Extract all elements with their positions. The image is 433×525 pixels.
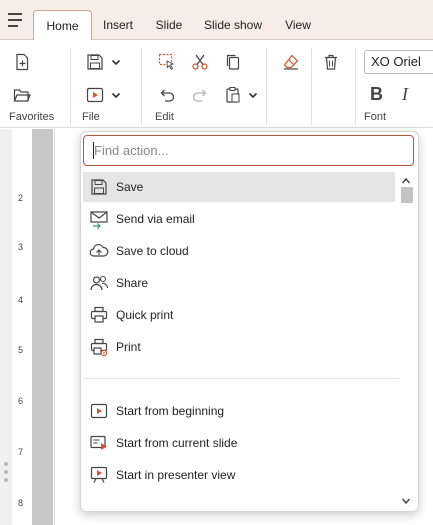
new-document-button[interactable] bbox=[11, 51, 33, 73]
play-current-slide-icon bbox=[88, 432, 110, 454]
group-label-font: Font bbox=[364, 111, 387, 123]
clear-formatting-button[interactable] bbox=[280, 51, 302, 73]
ruler-number: 7 bbox=[18, 447, 24, 457]
group-label-file: File bbox=[82, 111, 100, 123]
eraser-icon bbox=[283, 54, 299, 70]
group-divider bbox=[70, 48, 71, 126]
bold-button[interactable]: B bbox=[370, 84, 383, 105]
action-item-label: Send via email bbox=[116, 212, 195, 226]
cut-button[interactable] bbox=[189, 51, 211, 73]
action-item-save-to-cloud[interactable]: Save to cloud bbox=[83, 236, 395, 266]
redo-button[interactable] bbox=[189, 84, 211, 106]
slide-show-button[interactable] bbox=[84, 84, 106, 106]
action-item-start-from-current-slide[interactable]: Start from current slide bbox=[83, 428, 395, 458]
scrollbar-thumb[interactable] bbox=[401, 187, 413, 203]
group-divider bbox=[311, 48, 312, 126]
action-item-quick-print[interactable]: Quick print bbox=[83, 300, 395, 330]
ruler-number: 3 bbox=[18, 242, 24, 252]
scroll-down-icon[interactable] bbox=[401, 497, 411, 505]
copy-icon bbox=[226, 54, 240, 70]
folder-open-icon bbox=[13, 89, 31, 102]
action-item-label: Start from current slide bbox=[116, 436, 238, 450]
scrollbar[interactable] bbox=[399, 172, 413, 508]
text-cursor bbox=[93, 142, 94, 159]
group-divider bbox=[141, 48, 142, 126]
cloud-icon bbox=[88, 240, 110, 262]
action-item-label: Print bbox=[116, 340, 141, 354]
action-item-label: Save bbox=[116, 180, 144, 194]
chevron-down-icon[interactable] bbox=[111, 90, 121, 100]
action-item-print[interactable]: Print bbox=[83, 332, 395, 362]
select-button[interactable] bbox=[156, 51, 178, 73]
tab-home[interactable]: Home bbox=[33, 10, 92, 41]
save-button[interactable] bbox=[84, 51, 106, 73]
tab-slide-show[interactable]: Slide show bbox=[198, 10, 268, 40]
italic-button[interactable]: I bbox=[402, 84, 408, 105]
ruler-number: 6 bbox=[18, 396, 24, 406]
presenter-view-icon bbox=[88, 464, 110, 486]
group-label-favorites: Favorites bbox=[9, 111, 55, 123]
scissors-icon bbox=[192, 54, 208, 70]
action-item-start-from-beginning[interactable]: Start from beginning bbox=[83, 396, 395, 426]
tab-slide[interactable]: Slide bbox=[150, 10, 188, 40]
panel-resize-handle[interactable] bbox=[1, 454, 11, 494]
ruler-strip bbox=[32, 129, 53, 525]
title-bar: Home Insert Slide Slide show View bbox=[0, 0, 433, 41]
paste-icon bbox=[226, 87, 240, 103]
print-icon bbox=[88, 336, 110, 358]
new-document-icon bbox=[16, 53, 29, 71]
copy-button[interactable] bbox=[222, 51, 244, 73]
chevron-down-icon[interactable] bbox=[111, 57, 121, 67]
tab-insert[interactable]: Insert bbox=[96, 10, 140, 40]
open-folder-button[interactable] bbox=[11, 84, 33, 106]
play-slideshow-icon bbox=[86, 87, 104, 103]
undo-button[interactable] bbox=[156, 84, 178, 106]
ruler-number: 8 bbox=[18, 498, 24, 508]
redo-icon bbox=[192, 89, 207, 102]
action-item-label: Quick print bbox=[116, 308, 174, 322]
share-icon bbox=[88, 272, 110, 294]
tab-view[interactable]: View bbox=[280, 10, 316, 40]
group-divider bbox=[266, 48, 267, 126]
paste-button[interactable] bbox=[222, 84, 244, 106]
group-label-edit: Edit bbox=[155, 111, 174, 123]
trash-icon bbox=[325, 54, 337, 70]
action-item-start-in-presenter-view[interactable]: Start in presenter view bbox=[83, 460, 395, 490]
group-divider bbox=[355, 48, 356, 126]
play-icon bbox=[88, 400, 110, 422]
action-item-share[interactable]: Share bbox=[83, 268, 395, 298]
ribbon: Favorites File Edit XO Oriel B I Font bbox=[0, 40, 433, 128]
find-action-popup: Save Send via email Save to cloud Share … bbox=[80, 131, 419, 512]
action-item-save[interactable]: Save bbox=[83, 172, 395, 202]
save-icon bbox=[88, 176, 110, 198]
email-icon bbox=[88, 208, 110, 230]
delete-button[interactable] bbox=[320, 51, 342, 73]
action-item-label: Start from beginning bbox=[116, 404, 225, 418]
action-item-send-via-email[interactable]: Send via email bbox=[83, 204, 395, 234]
scroll-up-icon[interactable] bbox=[401, 177, 411, 185]
undo-icon bbox=[160, 89, 175, 102]
action-item-label: Save to cloud bbox=[116, 244, 189, 258]
action-item-label: Share bbox=[116, 276, 149, 290]
find-action-input[interactable] bbox=[83, 135, 414, 166]
font-name-select[interactable]: XO Oriel bbox=[364, 50, 433, 74]
selection-icon bbox=[158, 53, 175, 70]
ruler-number: 2 bbox=[18, 193, 24, 203]
divider bbox=[83, 378, 399, 379]
save-icon bbox=[87, 54, 103, 70]
quick-print-icon bbox=[88, 304, 110, 326]
menu-icon[interactable] bbox=[8, 13, 24, 27]
ruler-number: 4 bbox=[18, 295, 24, 305]
ruler-number: 5 bbox=[18, 345, 24, 355]
chevron-down-icon[interactable] bbox=[248, 90, 258, 100]
action-item-label: Start in presenter view bbox=[116, 468, 236, 482]
